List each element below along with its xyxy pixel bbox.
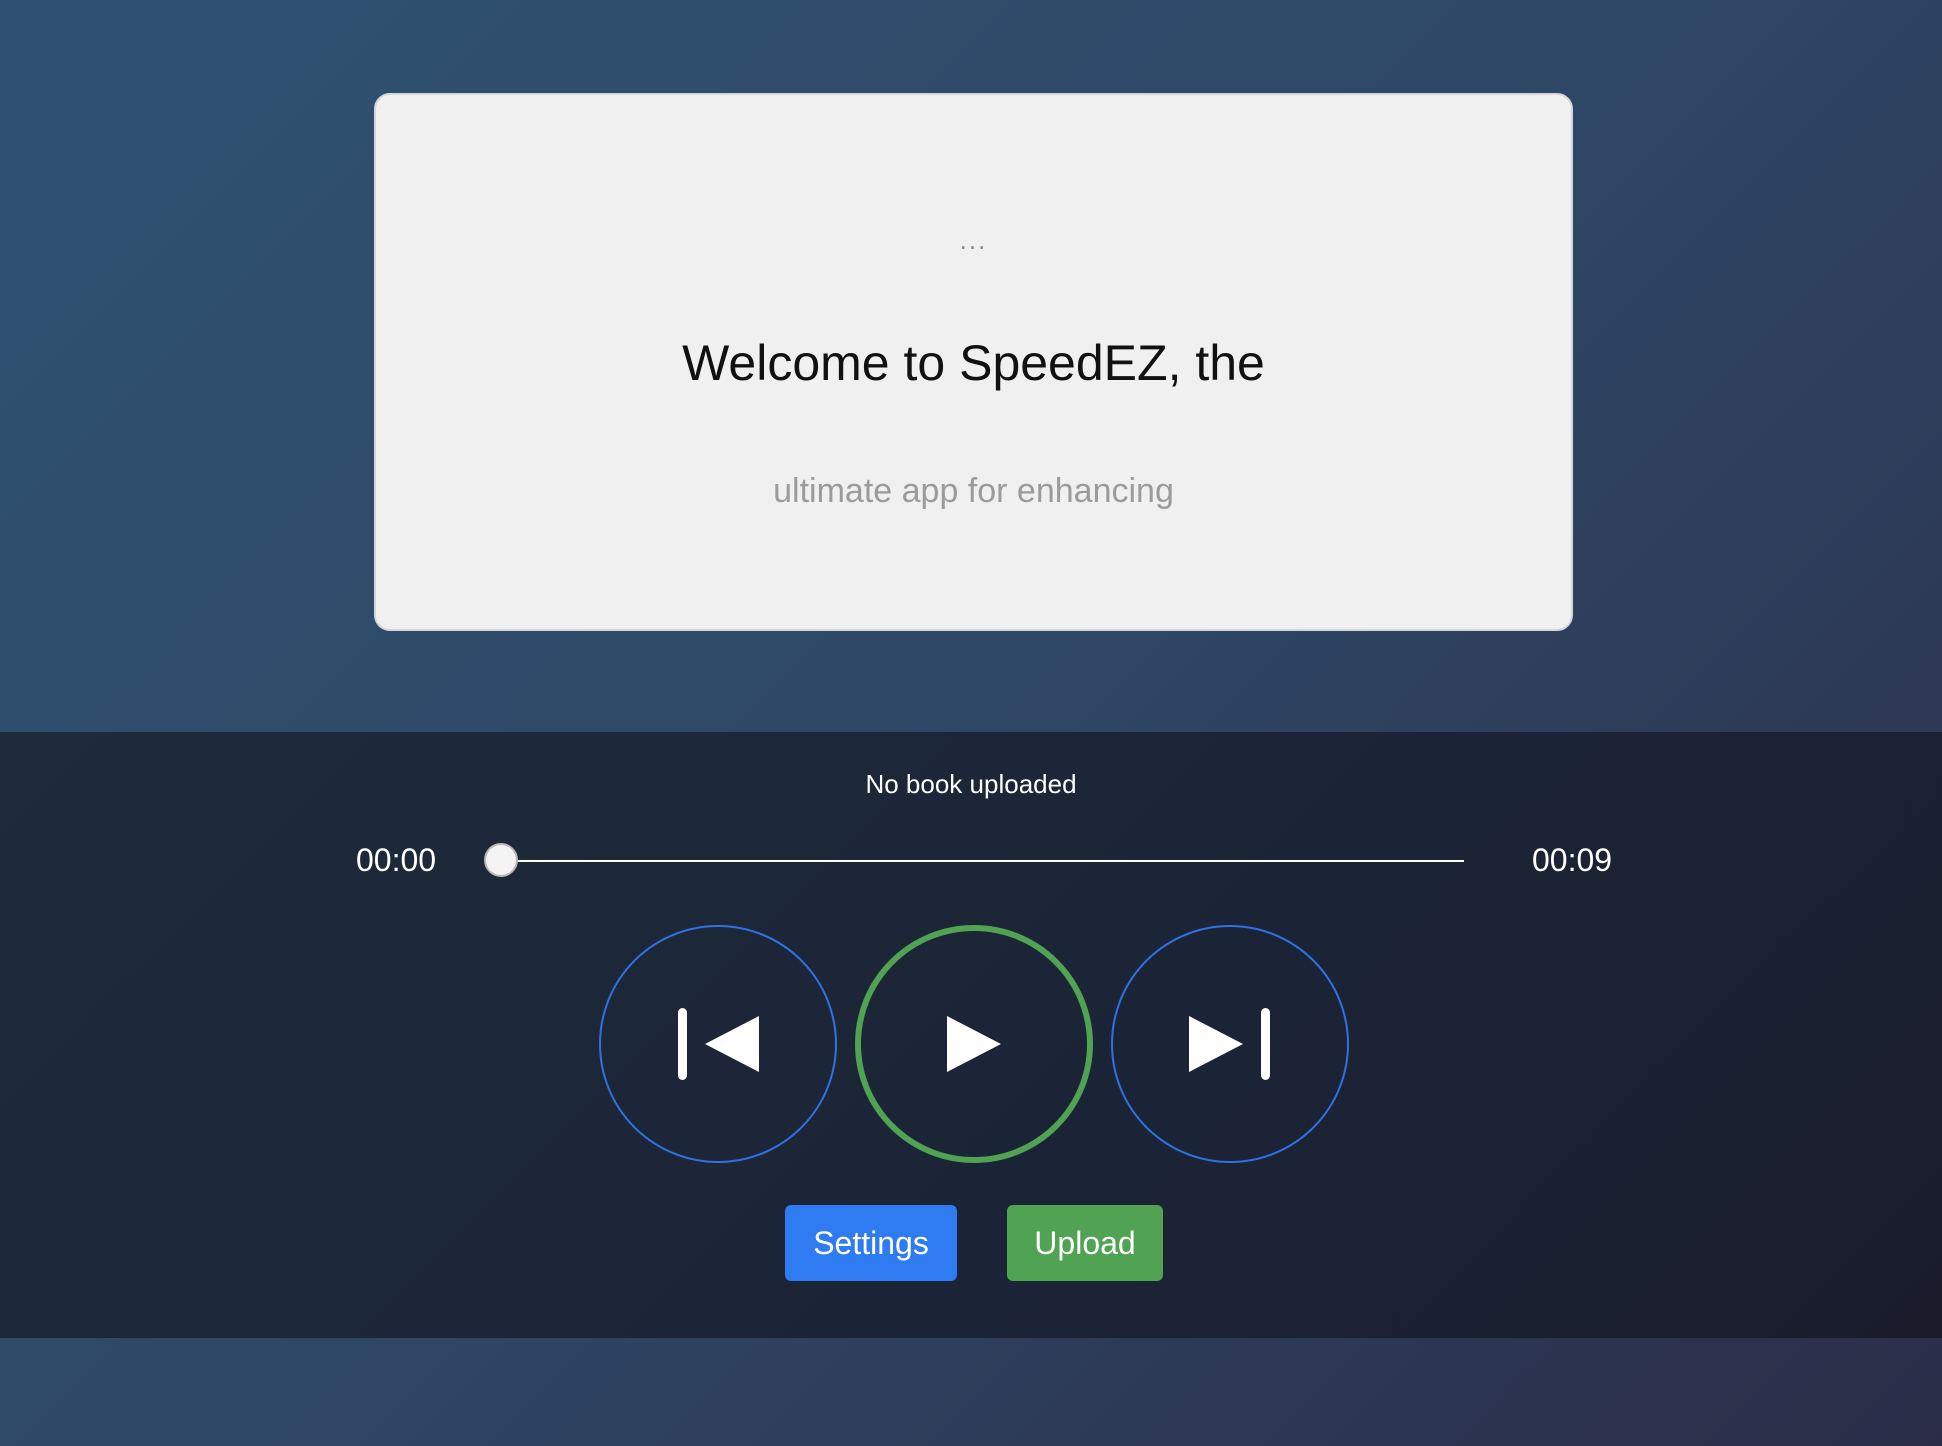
previous-button[interactable] <box>599 925 837 1163</box>
upload-button[interactable]: Upload <box>1007 1205 1163 1281</box>
play-icon <box>947 1016 1001 1072</box>
current-phrase: Welcome to SpeedEZ, the <box>682 335 1265 391</box>
progress-slider[interactable] <box>484 843 1464 877</box>
play-button[interactable] <box>855 925 1093 1163</box>
skip-next-icon <box>1189 1008 1270 1080</box>
skip-previous-icon <box>678 1008 759 1080</box>
book-status-label: No book uploaded <box>865 769 1077 799</box>
next-button[interactable] <box>1111 925 1349 1163</box>
total-time: 00:09 <box>1532 842 1613 878</box>
word-display-card: ... Welcome to SpeedEZ, the ultimate app… <box>374 93 1573 631</box>
player-panel: No book uploaded 00:00 00:09 Settings Up… <box>0 732 1942 1338</box>
progress-slider-thumb[interactable] <box>484 843 518 877</box>
upcoming-phrase: ultimate app for enhancing <box>773 472 1174 510</box>
settings-button[interactable]: Settings <box>785 1205 957 1281</box>
elapsed-time: 00:00 <box>356 842 437 878</box>
previous-word: ... <box>959 225 988 255</box>
